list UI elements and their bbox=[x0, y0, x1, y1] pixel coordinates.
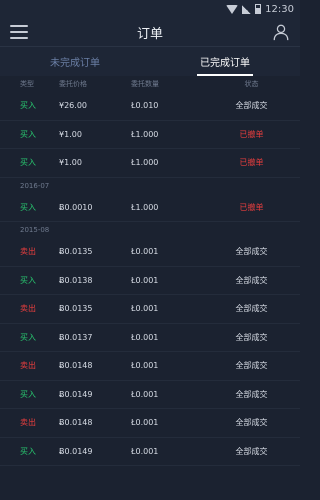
order-row[interactable]: 卖出 Ƀ0.0148 Ł0.001 全部成交 bbox=[0, 409, 300, 438]
order-price: Ƀ0.0149 bbox=[59, 446, 93, 456]
order-status: 全部成交 bbox=[235, 101, 268, 111]
col-price-header: 委托价格 bbox=[59, 80, 87, 88]
user-icon[interactable] bbox=[272, 23, 290, 41]
order-price: Ƀ0.0149 bbox=[59, 389, 93, 399]
order-quantity: Ł0.001 bbox=[131, 446, 159, 456]
order-status: 已撤单 bbox=[239, 129, 264, 139]
order-type: 买入 bbox=[20, 389, 36, 399]
order-price: ¥1.00 bbox=[59, 129, 82, 139]
order-type: 卖出 bbox=[20, 361, 36, 371]
order-price: Ƀ0.0138 bbox=[59, 275, 93, 285]
order-status: 全部成交 bbox=[235, 247, 268, 257]
order-type: 卖出 bbox=[20, 304, 36, 314]
page-title: 订单 bbox=[136, 26, 163, 42]
order-status: 已撤单 bbox=[239, 158, 264, 168]
order-quantity: Ł0.001 bbox=[131, 361, 159, 371]
order-list: 买入 ¥26.00 Ł0.010 全部成交 买入 ¥1.00 Ł1.000 已撤单 买入 ¥1.0… bbox=[0, 92, 300, 466]
order-status: 全部成交 bbox=[235, 418, 268, 428]
order-quantity: Ł0.001 bbox=[131, 332, 159, 342]
app-header: 订单 bbox=[0, 18, 300, 46]
date-group-label: 2015-08 bbox=[0, 222, 300, 238]
order-price: Ƀ0.0148 bbox=[59, 418, 93, 428]
order-price: Ƀ0.0148 bbox=[59, 361, 93, 371]
order-price: ¥26.00 bbox=[59, 101, 87, 111]
order-type: 买入 bbox=[20, 446, 36, 456]
order-row[interactable]: 卖出 Ƀ0.0148 Ł0.001 全部成交 bbox=[0, 352, 300, 381]
menu-icon[interactable] bbox=[10, 25, 28, 39]
order-type: 买入 bbox=[20, 275, 36, 285]
order-status: 全部成交 bbox=[235, 389, 268, 399]
order-status: 已撤单 bbox=[239, 202, 264, 212]
order-price: Ƀ0.0010 bbox=[59, 202, 93, 212]
wifi-icon bbox=[226, 4, 239, 14]
order-quantity: Ł0.001 bbox=[131, 247, 159, 257]
tab-completed-orders[interactable]: 已完成订单 bbox=[150, 47, 300, 76]
order-quantity: Ł0.001 bbox=[131, 275, 159, 285]
order-row[interactable]: 卖出 Ƀ0.0135 Ł0.001 全部成交 bbox=[0, 238, 300, 267]
order-type: 卖出 bbox=[20, 247, 36, 257]
order-status: 全部成交 bbox=[235, 332, 268, 342]
order-quantity: Ł1.000 bbox=[131, 129, 159, 139]
order-row[interactable]: 买入 ¥26.00 Ł0.010 全部成交 bbox=[0, 92, 300, 121]
col-status-header: 状态 bbox=[244, 80, 259, 88]
order-quantity: Ł0.010 bbox=[131, 101, 159, 111]
column-headers: 类型 委托价格 委托数量 状态 bbox=[0, 76, 300, 92]
col-type-header: 类型 bbox=[20, 80, 34, 88]
order-row[interactable]: 买入 Ƀ0.0137 Ł0.001 全部成交 bbox=[0, 324, 300, 352]
order-quantity: Ł0.001 bbox=[131, 389, 159, 399]
order-quantity: Ł1.000 bbox=[131, 158, 159, 168]
order-type: 买入 bbox=[20, 332, 36, 342]
date-group-label: 2016-07 bbox=[0, 177, 300, 194]
order-row[interactable]: 买入 Ƀ0.0149 Ł0.001 全部成交 bbox=[0, 438, 300, 466]
order-quantity: Ł0.001 bbox=[131, 418, 159, 428]
order-price: Ƀ0.0135 bbox=[59, 304, 93, 314]
order-tabs: 未完成订单 已完成订单 bbox=[0, 46, 300, 76]
order-price: Ƀ0.0137 bbox=[59, 332, 93, 342]
order-type: 买入 bbox=[20, 129, 36, 139]
order-row[interactable]: 买入 ¥1.00 Ł1.000 已撤单 bbox=[0, 149, 300, 178]
order-status: 全部成交 bbox=[235, 275, 268, 285]
order-quantity: Ł1.000 bbox=[131, 202, 159, 212]
order-type: 买入 bbox=[20, 202, 36, 212]
status-bar: 12:30 bbox=[0, 0, 300, 18]
order-row[interactable]: 买入 Ƀ0.0138 Ł0.001 全部成交 bbox=[0, 267, 300, 295]
col-qty-header: 委托数量 bbox=[131, 80, 159, 88]
order-row[interactable]: 买入 Ƀ0.0149 Ł0.001 全部成交 bbox=[0, 381, 300, 409]
order-status: 全部成交 bbox=[235, 361, 268, 371]
order-quantity: Ł0.001 bbox=[131, 304, 159, 314]
order-row[interactable]: 买入 Ƀ0.0010 Ł1.000 已撤单 bbox=[0, 194, 300, 222]
order-status: 全部成交 bbox=[235, 446, 268, 456]
order-row[interactable]: 买入 ¥1.00 Ł1.000 已撤单 bbox=[0, 121, 300, 149]
order-price: ¥1.00 bbox=[59, 158, 82, 168]
status-time: 12:30 bbox=[265, 3, 294, 15]
order-type: 买入 bbox=[20, 101, 36, 111]
order-price: Ƀ0.0135 bbox=[59, 247, 93, 257]
order-type: 买入 bbox=[20, 158, 36, 168]
battery-icon bbox=[255, 4, 262, 14]
order-type: 卖出 bbox=[20, 418, 36, 428]
signal-icon bbox=[242, 4, 252, 14]
order-row[interactable]: 卖出 Ƀ0.0135 Ł0.001 全部成交 bbox=[0, 295, 300, 324]
order-status: 全部成交 bbox=[235, 304, 268, 314]
tab-pending-orders[interactable]: 未完成订单 bbox=[0, 47, 150, 76]
